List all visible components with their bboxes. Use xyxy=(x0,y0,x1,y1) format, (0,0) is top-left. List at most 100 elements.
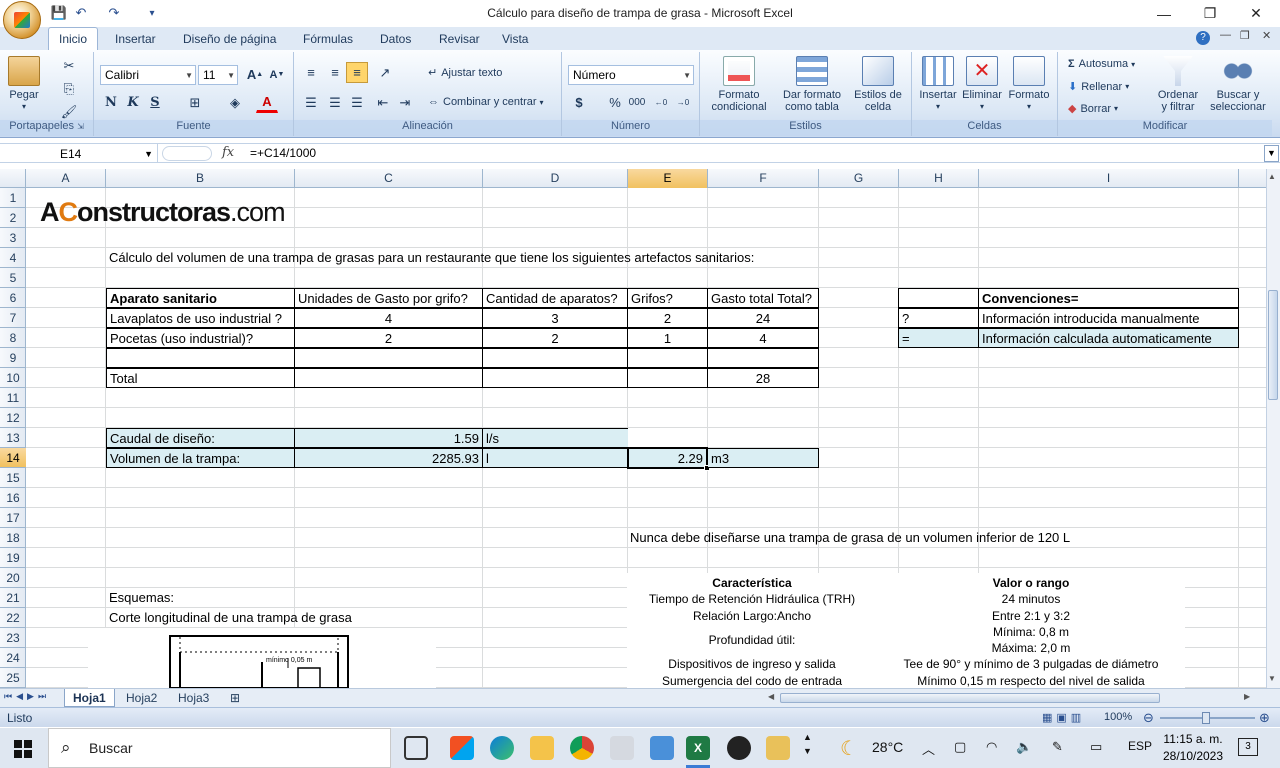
increase-decimal-icon[interactable]: ←0 xyxy=(650,92,672,113)
row-header-23[interactable]: 23 xyxy=(0,628,26,648)
view-buttons-icon[interactable]: ▦▣▥ xyxy=(1042,711,1085,724)
edge-icon[interactable] xyxy=(490,736,514,760)
column-header-h[interactable]: H xyxy=(899,169,979,188)
currency-button[interactable]: $ xyxy=(568,92,590,113)
column-header-i[interactable]: I xyxy=(979,169,1239,188)
sheet-tab-hoja3[interactable]: Hoja3 xyxy=(170,689,217,707)
row-header-22[interactable]: 22 xyxy=(0,608,26,628)
format-cells-button[interactable]: Formato ▾ xyxy=(1006,56,1052,113)
font-color-icon[interactable]: A xyxy=(256,92,278,113)
close-button[interactable]: ✕ xyxy=(1233,0,1279,27)
thousands-button[interactable]: 000 xyxy=(626,92,648,113)
zoom-in-icon[interactable]: ⊕ xyxy=(1259,710,1270,726)
insert-cells-button[interactable]: Insertar ▾ xyxy=(916,56,960,113)
selected-cell-e14[interactable]: 2.29 xyxy=(627,447,708,469)
wrap-text-button[interactable]: ↵ Ajustar texto xyxy=(428,66,502,80)
tab-datos[interactable]: Datos xyxy=(370,27,421,50)
row-header-24[interactable]: 24 xyxy=(0,648,26,668)
zoom-out-icon[interactable]: ⊖ xyxy=(1143,710,1154,726)
row-header-15[interactable]: 15 xyxy=(0,468,26,488)
borders-icon[interactable]: ⊞ xyxy=(184,92,206,113)
autosum-button[interactable]: Σ Autosuma ▾ xyxy=(1068,58,1135,70)
chrome-icon[interactable] xyxy=(570,736,594,760)
vertical-scrollbar[interactable]: ▲ ▼ xyxy=(1266,169,1280,688)
maximize-button[interactable]: ❐ xyxy=(1187,0,1233,27)
formula-input[interactable]: =+C14/1000 xyxy=(250,146,316,160)
select-all-corner[interactable] xyxy=(0,169,26,188)
format-as-table-button[interactable]: Dar formato como tabla xyxy=(780,56,844,113)
sheet-tab-hoja2[interactable]: Hoja2 xyxy=(118,689,165,707)
row-header-21[interactable]: 21 xyxy=(0,588,26,608)
excel-taskbar-icon[interactable]: X xyxy=(686,736,710,760)
taskbar-search[interactable]: ⌕ Buscar xyxy=(48,728,391,768)
minimize-button[interactable]: — xyxy=(1141,0,1187,27)
vertical-scroll-thumb[interactable] xyxy=(1268,290,1278,400)
align-left-icon[interactable]: ☰ xyxy=(300,92,322,113)
volume-icon[interactable]: 🔈 xyxy=(1016,739,1032,755)
clock[interactable]: 11:15 a. m. 28/10/2023 xyxy=(1160,731,1226,765)
row-header-1[interactable]: 1 xyxy=(0,188,26,208)
italic-button[interactable]: K xyxy=(122,92,144,113)
sheet-nav-icon[interactable]: ⏮◀▶⏭ xyxy=(4,691,50,702)
name-box[interactable]: E14 ▼ xyxy=(0,144,158,163)
underline-button[interactable]: S xyxy=(144,92,166,113)
insert-sheet-icon[interactable]: ⊞ xyxy=(222,689,248,707)
row-header-9[interactable]: 9 xyxy=(0,348,26,368)
office-button[interactable] xyxy=(3,1,41,39)
delete-cells-button[interactable]: ✕ Eliminar ▾ xyxy=(960,56,1004,113)
column-header-d[interactable]: D xyxy=(483,169,628,188)
help-icon[interactable]: ? xyxy=(1196,31,1210,45)
language-indicator[interactable]: ESP xyxy=(1128,739,1152,753)
mail-icon[interactable] xyxy=(766,736,790,760)
scroll-down-icon[interactable]: ▼ xyxy=(1268,674,1276,683)
windows-start-icon[interactable] xyxy=(14,740,32,758)
zoom-level[interactable]: 100% xyxy=(1104,711,1132,723)
font-size-combo[interactable]: 11 ▼ xyxy=(198,65,238,85)
ribbon-restore-icon[interactable]: ❐ xyxy=(1240,29,1250,42)
tab-vista[interactable]: Vista xyxy=(492,27,538,50)
sheet-tab-hoja1[interactable]: Hoja1 xyxy=(64,689,115,707)
fill-color-icon[interactable]: ◈ xyxy=(224,92,246,113)
task-view-icon[interactable] xyxy=(404,736,428,760)
zoom-slider-thumb[interactable] xyxy=(1202,712,1210,724)
row-header-6[interactable]: 6 xyxy=(0,288,26,308)
align-top-icon[interactable]: ≡ xyxy=(300,62,322,83)
row-header-18[interactable]: 18 xyxy=(0,528,26,548)
bold-button[interactable]: N xyxy=(100,92,122,113)
align-center-icon[interactable]: ☰ xyxy=(324,92,346,113)
column-header-b[interactable]: B xyxy=(106,169,295,188)
paint-icon[interactable] xyxy=(610,736,634,760)
notification-center[interactable]: 3 xyxy=(1238,738,1258,756)
shrink-font-icon[interactable]: A ▼ xyxy=(266,64,288,85)
row-header-17[interactable]: 17 xyxy=(0,508,26,528)
tab-formulas[interactable]: Fórmulas xyxy=(293,27,363,50)
cell-styles-button[interactable]: Estilos de celda xyxy=(848,56,908,113)
tab-inicio[interactable]: Inicio xyxy=(48,27,99,50)
merge-center-button[interactable]: ⇔ Combinar y centrar ▾ xyxy=(428,96,544,108)
keyboard-icon[interactable]: ▭ xyxy=(1090,739,1102,755)
tab-diseno-pagina[interactable]: Diseño de página xyxy=(173,27,286,50)
row-header-4[interactable]: 4 xyxy=(0,248,26,268)
taskbar-scroll-icon[interactable]: ▲ ▼ xyxy=(803,730,812,758)
copy-icon[interactable]: ⎘ xyxy=(58,78,80,99)
number-format-combo[interactable]: Número ▼ xyxy=(568,65,694,85)
column-header-g[interactable]: G xyxy=(819,169,899,188)
row-header-10[interactable]: 10 xyxy=(0,368,26,388)
sort-filter-button[interactable]: Ordenar y filtrar xyxy=(1152,56,1204,113)
align-middle-icon[interactable]: ≡ xyxy=(324,62,346,83)
find-select-button[interactable]: Buscar y seleccionar xyxy=(1206,56,1270,113)
row-header-12[interactable]: 12 xyxy=(0,408,26,428)
row-header-3[interactable]: 3 xyxy=(0,228,26,248)
tray-device-icon[interactable]: ▢ xyxy=(954,739,966,755)
media-icon[interactable] xyxy=(727,736,751,760)
fill-button[interactable]: ⬇ Rellenar ▾ xyxy=(1068,80,1129,94)
row-header-5[interactable]: 5 xyxy=(0,268,26,288)
row-header-8[interactable]: 8 xyxy=(0,328,26,348)
cut-icon[interactable]: ✂ xyxy=(58,55,80,76)
font-name-combo[interactable]: Calibri ▼ xyxy=(100,65,196,85)
column-header-e[interactable]: E xyxy=(628,169,708,188)
clear-button[interactable]: ◆ Borrar ▾ xyxy=(1068,102,1118,116)
ribbon-close-icon[interactable]: ✕ xyxy=(1262,29,1271,42)
store-icon[interactable] xyxy=(450,736,474,760)
row-header-13[interactable]: 13 xyxy=(0,428,26,448)
